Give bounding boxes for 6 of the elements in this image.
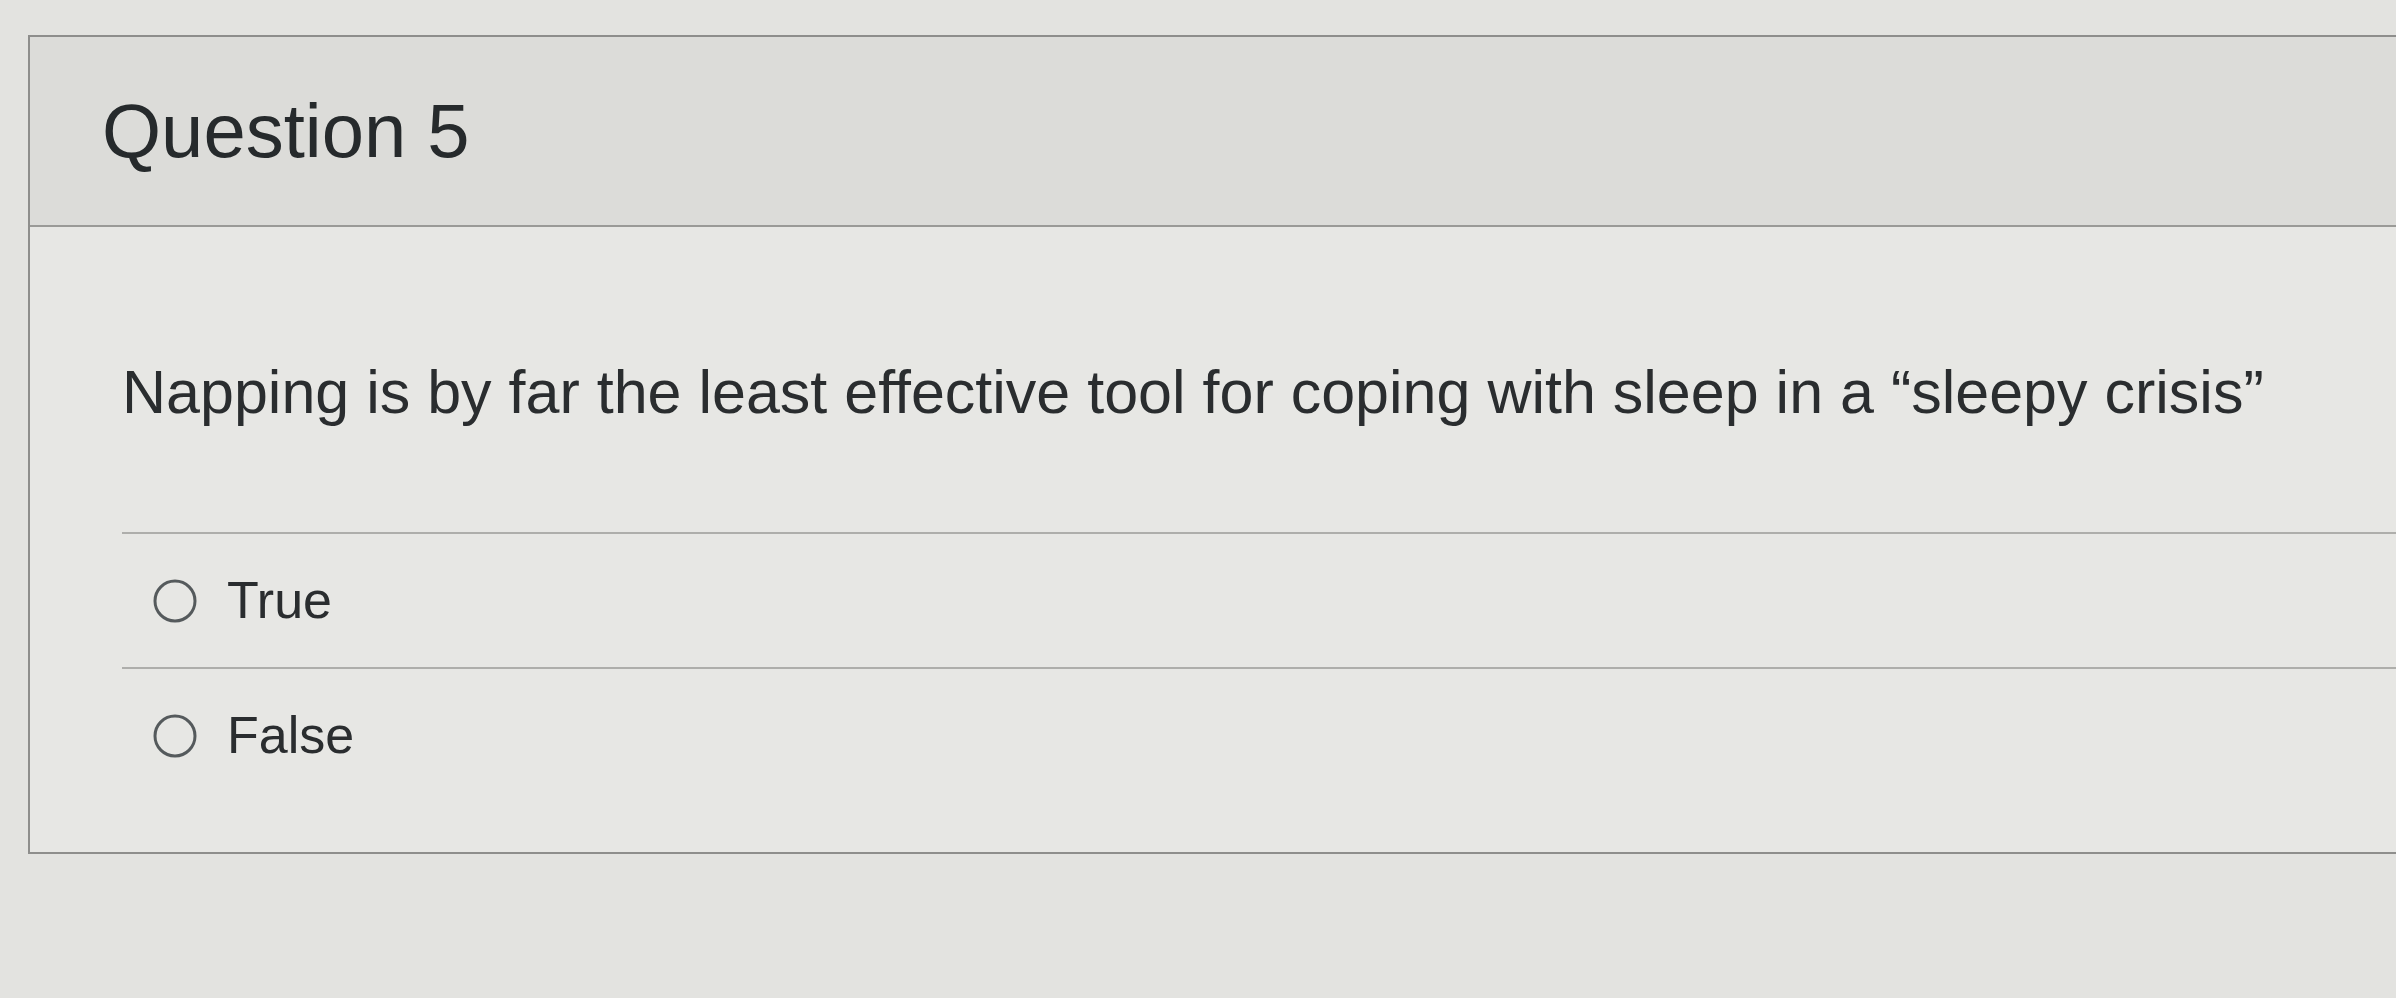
answer-label[interactable]: False (227, 704, 355, 767)
radio-button[interactable] (153, 578, 197, 623)
radio-button[interactable] (153, 713, 197, 758)
question-title: Question 5 (102, 89, 470, 173)
answer-label[interactable]: True (227, 569, 332, 632)
question-text: Napping is by far the least effective tool for coping with sleep in a “sleepy crisis” (122, 357, 2265, 428)
